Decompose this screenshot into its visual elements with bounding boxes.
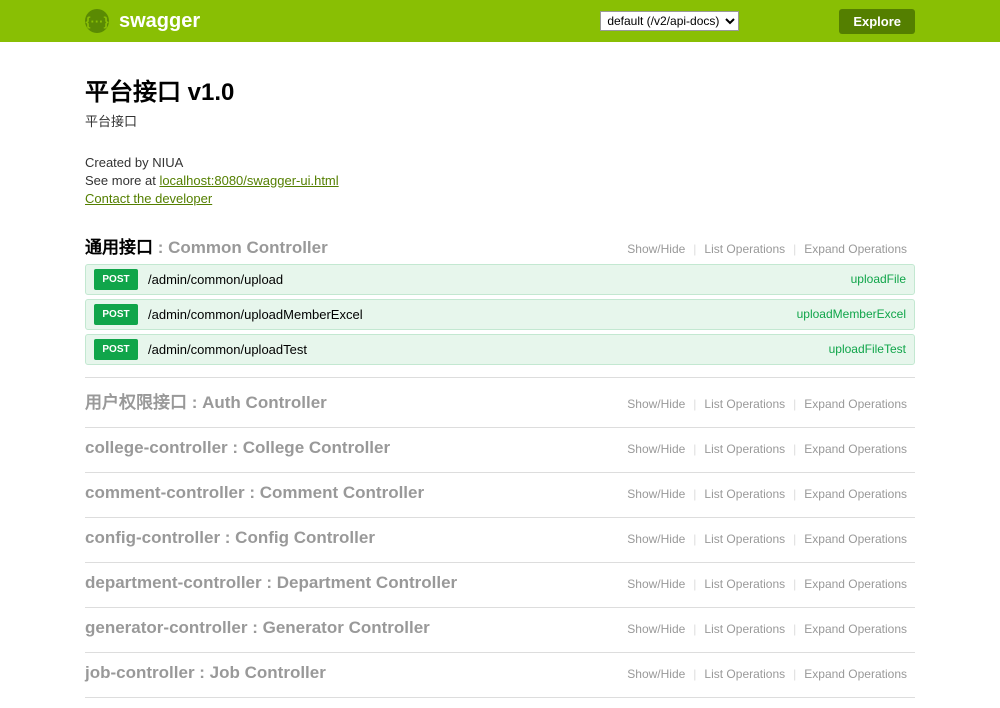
list-operations-link[interactable]: List Operations <box>696 242 793 256</box>
operation-summary: uploadFileTest <box>829 342 906 356</box>
show-hide-link[interactable]: Show/Hide <box>619 532 693 546</box>
resource-header: 用户权限接口 : Auth Controller Show/Hide|List O… <box>85 388 915 413</box>
resource-title[interactable]: 通用接口 : Common Controller <box>85 233 328 258</box>
list-operations-link[interactable]: List Operations <box>696 667 793 681</box>
resource-header: college-controller : College Controller S… <box>85 438 915 458</box>
resource-block: job-controller : Job Controller Show/Hide… <box>85 663 915 698</box>
resource-name: college-controller <box>85 438 228 457</box>
resource-actions: Show/Hide|List Operations|Expand Operati… <box>619 577 915 591</box>
list-operations-link[interactable]: List Operations <box>696 622 793 636</box>
method-badge: POST <box>94 304 138 325</box>
resource-header: comment-controller : Comment Controller S… <box>85 483 915 503</box>
resource-label: Common Controller <box>168 238 328 257</box>
resource-actions: Show/Hide|List Operations|Expand Operati… <box>619 397 915 411</box>
resource-block: college-controller : College Controller S… <box>85 438 915 473</box>
list-operations-link[interactable]: List Operations <box>696 532 793 546</box>
show-hide-link[interactable]: Show/Hide <box>619 442 693 456</box>
swagger-logo-text: swagger <box>119 10 200 33</box>
resource-actions: Show/Hide|List Operations|Expand Operati… <box>619 442 915 456</box>
resource-block: 通用接口 : Common Controller Show/Hide|List O… <box>85 233 915 378</box>
expand-operations-link[interactable]: Expand Operations <box>796 577 915 591</box>
expand-operations-link[interactable]: Expand Operations <box>796 532 915 546</box>
resource-title[interactable]: config-controller : Config Controller <box>85 528 375 548</box>
created-by-value: NIUA <box>152 155 183 170</box>
expand-operations-link[interactable]: Expand Operations <box>796 667 915 681</box>
resource-title[interactable]: college-controller : College Controller <box>85 438 390 458</box>
expand-operations-link[interactable]: Expand Operations <box>796 442 915 456</box>
resource-name: generator-controller <box>85 618 247 637</box>
resource-header: config-controller : Config Controller Sho… <box>85 528 915 548</box>
resource-name: 用户权限接口 <box>85 393 187 412</box>
show-hide-link[interactable]: Show/Hide <box>619 622 693 636</box>
operation-path: /admin/common/uploadMemberExcel <box>148 307 797 322</box>
operation-summary: uploadFile <box>851 272 906 286</box>
resource-actions: Show/Hide|List Operations|Expand Operati… <box>619 487 915 501</box>
resource-block: config-controller : Config Controller Sho… <box>85 528 915 563</box>
resource-title[interactable]: generator-controller : Generator Control… <box>85 618 430 638</box>
resource-name: department-controller <box>85 573 262 592</box>
resource-label: College Controller <box>243 438 390 457</box>
explore-button[interactable]: Explore <box>839 9 915 34</box>
created-by-label: Created by <box>85 155 152 170</box>
resource-label: Config Controller <box>235 528 375 547</box>
operation-path: /admin/common/uploadTest <box>148 342 829 357</box>
operation-path: /admin/common/upload <box>148 272 851 287</box>
resource-actions: Show/Hide|List Operations|Expand Operati… <box>619 667 915 681</box>
resource-label: Auth Controller <box>202 393 327 412</box>
resource-name: comment-controller <box>85 483 245 502</box>
resource-header: job-controller : Job Controller Show/Hide… <box>85 663 915 683</box>
resource-label: Job Controller <box>210 663 326 682</box>
resource-block: generator-controller : Generator Control… <box>85 618 915 653</box>
list-operations-link[interactable]: List Operations <box>696 577 793 591</box>
swagger-logo-icon: {···} <box>85 9 109 33</box>
resource-title[interactable]: 用户权限接口 : Auth Controller <box>85 388 327 413</box>
expand-operations-link[interactable]: Expand Operations <box>796 622 915 636</box>
expand-operations-link[interactable]: Expand Operations <box>796 397 915 411</box>
expand-operations-link[interactable]: Expand Operations <box>796 487 915 501</box>
resource-actions: Show/Hide|List Operations|Expand Operati… <box>619 532 915 546</box>
resource-block: 用户权限接口 : Auth Controller Show/Hide|List O… <box>85 388 915 428</box>
show-hide-link[interactable]: Show/Hide <box>619 487 693 501</box>
resource-name: 通用接口 <box>85 238 153 257</box>
api-title: 平台接口 v1.0 <box>85 72 915 107</box>
resource-header: 通用接口 : Common Controller Show/Hide|List O… <box>85 233 915 258</box>
resource-header: generator-controller : Generator Control… <box>85 618 915 638</box>
method-badge: POST <box>94 339 138 360</box>
resource-label: Generator Controller <box>263 618 430 637</box>
expand-operations-link[interactable]: Expand Operations <box>796 242 915 256</box>
list-operations-link[interactable]: List Operations <box>696 487 793 501</box>
show-hide-link[interactable]: Show/Hide <box>619 242 693 256</box>
api-subtitle: 平台接口 <box>85 111 915 130</box>
resource-actions: Show/Hide|List Operations|Expand Operati… <box>619 622 915 636</box>
resource-block: comment-controller : Comment Controller S… <box>85 483 915 518</box>
resource-name: job-controller <box>85 663 195 682</box>
show-hide-link[interactable]: Show/Hide <box>619 397 693 411</box>
operation-row[interactable]: POST/admin/common/uploaduploadFile <box>85 264 915 295</box>
resource-header: department-controller : Department Contr… <box>85 573 915 593</box>
see-more-label: See more at <box>85 173 159 188</box>
resource-title[interactable]: department-controller : Department Contr… <box>85 573 457 593</box>
api-meta: Created by NIUA See more at localhost:80… <box>85 154 915 209</box>
resource-label: Department Controller <box>277 573 457 592</box>
api-spec-select[interactable]: default (/v2/api-docs) <box>600 11 739 31</box>
top-header: {···} swagger default (/v2/api-docs) Exp… <box>0 0 1000 42</box>
show-hide-link[interactable]: Show/Hide <box>619 667 693 681</box>
operation-row[interactable]: POST/admin/common/uploadTestuploadFileTe… <box>85 334 915 365</box>
operation-row[interactable]: POST/admin/common/uploadMemberExceluploa… <box>85 299 915 330</box>
see-more-link[interactable]: localhost:8080/swagger-ui.html <box>159 173 338 188</box>
contact-developer-link[interactable]: Contact the developer <box>85 191 212 206</box>
resource-actions: Show/Hide|List Operations|Expand Operati… <box>619 242 915 256</box>
method-badge: POST <box>94 269 138 290</box>
resource-block: department-controller : Department Contr… <box>85 573 915 608</box>
show-hide-link[interactable]: Show/Hide <box>619 577 693 591</box>
operation-summary: uploadMemberExcel <box>797 307 906 321</box>
resource-title[interactable]: job-controller : Job Controller <box>85 663 326 683</box>
resource-label: Comment Controller <box>260 483 424 502</box>
resource-name: config-controller <box>85 528 220 547</box>
list-operations-link[interactable]: List Operations <box>696 442 793 456</box>
resource-title[interactable]: comment-controller : Comment Controller <box>85 483 424 503</box>
list-operations-link[interactable]: List Operations <box>696 397 793 411</box>
